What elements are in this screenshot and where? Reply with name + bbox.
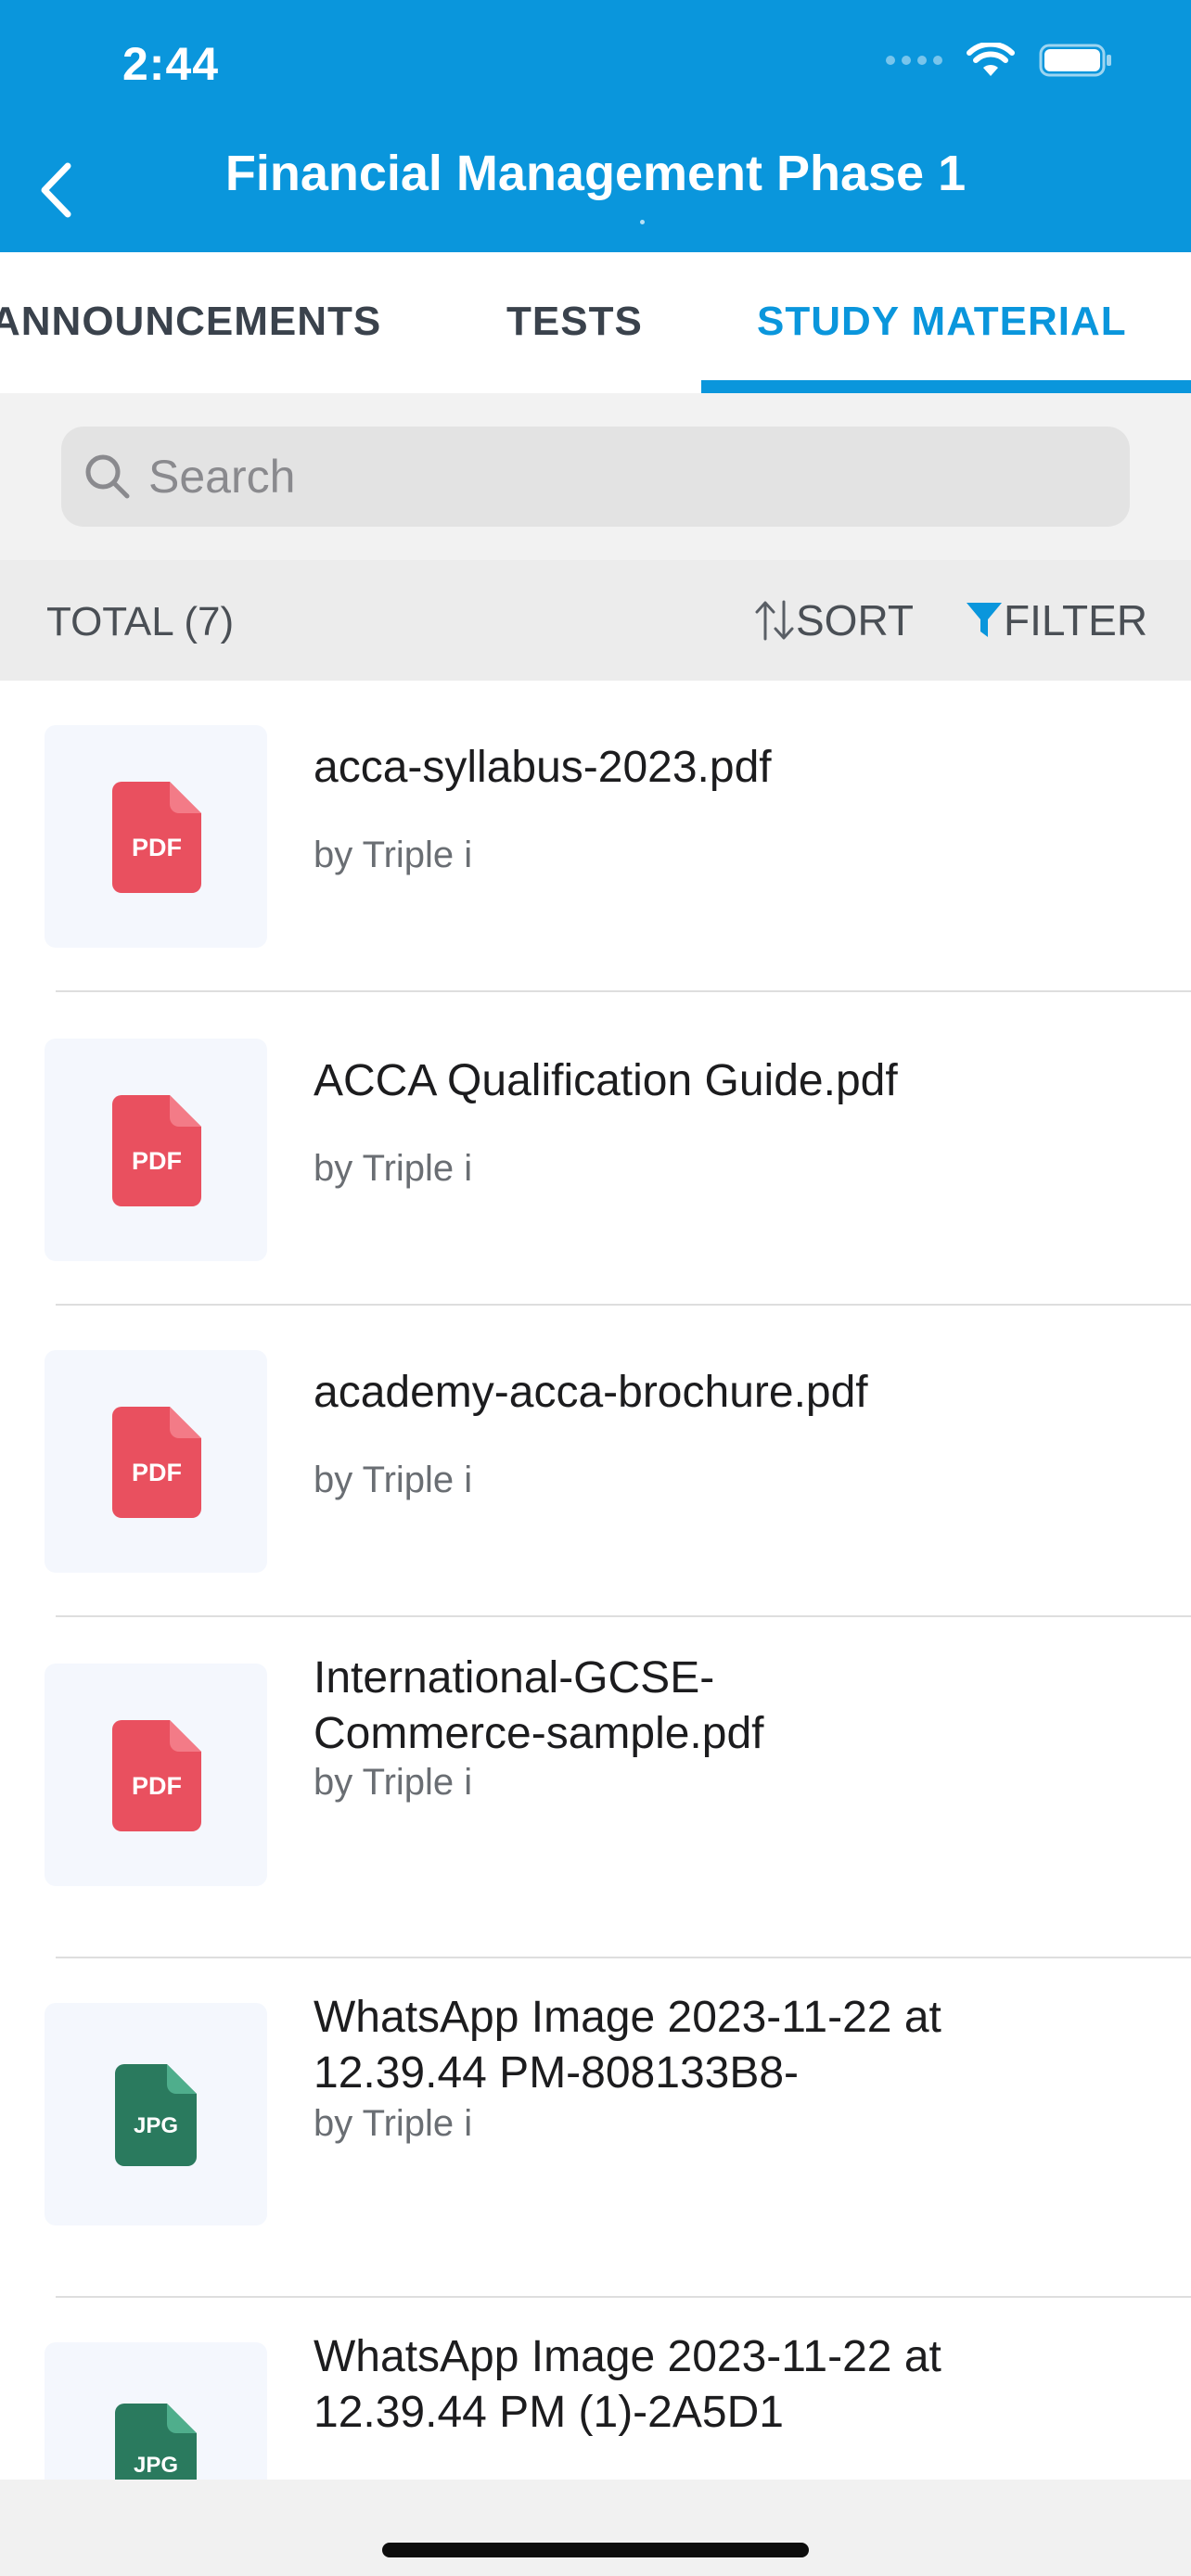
filter-button[interactable]: FILTER [965, 595, 1147, 645]
pdf-file-icon: PDF [112, 782, 201, 893]
list-item[interactable]: JPG WhatsApp Image 2023-11-22 at 12.39.4… [0, 1958, 1191, 2298]
svg-text:PDF: PDF [132, 1147, 182, 1175]
svg-text:JPG: JPG [134, 2453, 178, 2478]
wifi-icon [967, 43, 1015, 76]
sort-button[interactable]: SORT [753, 595, 914, 645]
search-section [0, 393, 1191, 560]
pdf-file-icon: PDF [112, 1407, 201, 1518]
file-thumbnail: PDF [45, 725, 267, 948]
total-count: TOTAL (7) [46, 599, 235, 644]
file-author: by Triple i [314, 1762, 473, 1803]
file-author: by Triple i [314, 2103, 473, 2144]
file-thumbnail: PDF [45, 1350, 267, 1573]
filter-label: FILTER [1004, 596, 1148, 644]
file-name: International-GCSE- Commerce-sample.pdf [314, 1651, 1148, 1762]
svg-text:PDF: PDF [132, 1459, 182, 1486]
tab-bar: ANNOUNCEMENTS TESTS STUDY MATERIAL [0, 252, 1191, 393]
list-item[interactable]: PDF ACCA Qualification Guide.pdf by Trip… [0, 992, 1191, 1306]
file-name-line2: 12.39.44 PM (1)-2A5D1 [314, 2388, 784, 2437]
title-indicator-dot [640, 220, 645, 224]
search-icon [80, 449, 135, 504]
list-item[interactable]: PDF acca-syllabus-2023.pdf by Triple i [0, 681, 1191, 992]
svg-text:JPG: JPG [134, 2113, 178, 2138]
file-name: ACCA Qualification Guide.pdf [314, 1056, 898, 1105]
file-author: by Triple i [314, 835, 473, 875]
app-header: 2:44 Financial Management Phase 1 [0, 0, 1191, 252]
file-name-line2: Commerce-sample.pdf [314, 1709, 764, 1758]
jpg-file-icon: JPG [115, 2064, 197, 2166]
file-thumbnail: PDF [45, 1039, 267, 1261]
file-name: WhatsApp Image 2023-11-22 at 12.39.44 PM… [314, 1990, 1148, 2101]
file-name: WhatsApp Image 2023-11-22 at 12.39.44 PM… [314, 2329, 1148, 2441]
file-name-line1: WhatsApp Image 2023-11-22 at [314, 1993, 941, 2042]
active-tab-indicator [701, 380, 1191, 393]
home-indicator[interactable] [382, 2543, 809, 2557]
svg-text:PDF: PDF [132, 834, 182, 861]
file-name-line1: International-GCSE- [314, 1653, 715, 1702]
study-material-list: PDF acca-syllabus-2023.pdf by Triple i P… [0, 681, 1191, 2480]
tab-announcements[interactable]: ANNOUNCEMENTS [0, 299, 381, 345]
cellular-signal-icon [886, 56, 942, 65]
sort-label: SORT [796, 596, 914, 644]
bottom-safe-area [0, 2480, 1191, 2576]
tab-study-material[interactable]: STUDY MATERIAL [757, 299, 1127, 345]
file-name-line2: 12.39.44 PM-808133B8- [314, 2048, 800, 2098]
file-author: by Triple i [314, 1460, 473, 1500]
file-name: acca-syllabus-2023.pdf [314, 743, 772, 792]
file-thumbnail: JPG [45, 2003, 267, 2225]
status-time: 2:44 [122, 38, 220, 90]
search-input[interactable] [148, 450, 1076, 504]
battery-icon [1039, 44, 1111, 77]
pdf-file-icon: PDF [112, 1095, 201, 1206]
filter-funnel-icon [967, 603, 1002, 637]
tab-tests[interactable]: TESTS [506, 299, 643, 345]
file-thumbnail: JPG [45, 2342, 267, 2480]
file-thumbnail: PDF [45, 1664, 267, 1886]
file-name-line1: WhatsApp Image 2023-11-22 at [314, 2332, 941, 2381]
list-item[interactable]: PDF academy-acca-brochure.pdf by Triple … [0, 1306, 1191, 1617]
pdf-file-icon: PDF [112, 1720, 201, 1831]
jpg-file-icon: JPG [115, 2404, 197, 2480]
sort-arrows-icon [755, 600, 794, 641]
file-name: academy-acca-brochure.pdf [314, 1368, 868, 1417]
list-item[interactable]: PDF International-GCSE- Commerce-sample.… [0, 1617, 1191, 1958]
list-toolbar: TOTAL (7) SORT FILTER [0, 560, 1191, 681]
status-icons [886, 43, 1113, 78]
list-item[interactable]: JPG WhatsApp Image 2023-11-22 at 12.39.4… [0, 2298, 1191, 2480]
search-bar[interactable] [61, 427, 1130, 527]
file-author: by Triple i [314, 1148, 473, 1189]
svg-text:PDF: PDF [132, 1772, 182, 1800]
page-title: Financial Management Phase 1 [224, 146, 967, 201]
